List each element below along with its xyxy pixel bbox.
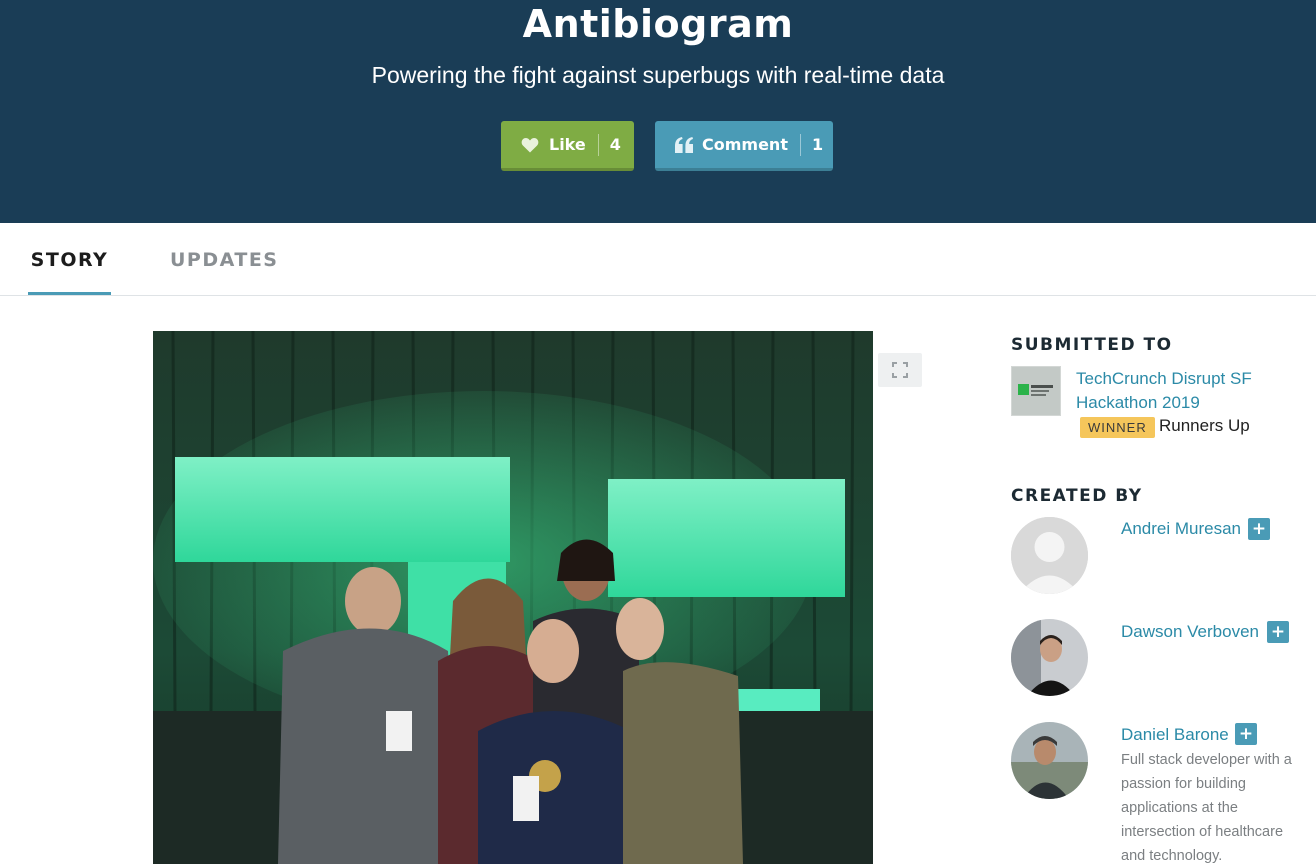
team-photo [153, 331, 873, 864]
gallery-image[interactable] [153, 331, 873, 864]
tab-updates[interactable]: UPDATES [170, 223, 277, 295]
member-avatar-dawson[interactable] [1011, 619, 1088, 696]
project-title: Antibiogram [522, 2, 794, 46]
member-name-andrei[interactable]: Andrei Muresan [1121, 519, 1241, 539]
like-button[interactable]: Like 4 [501, 121, 634, 171]
hackathon-thumbnail[interactable] [1011, 366, 1061, 416]
default-user-icon [1011, 517, 1088, 594]
created-by-heading: CREATED BY [1011, 486, 1143, 506]
project-header: Antibiogram Powering the fight against s… [0, 0, 1316, 223]
winner-badge: WINNER [1080, 417, 1155, 438]
member-name-dawson[interactable]: Dawson Verboven [1121, 622, 1259, 642]
hackathon-logo [1012, 367, 1060, 415]
like-divider [597, 133, 599, 156]
prize-name: Runners Up [1159, 416, 1250, 435]
expand-button[interactable] [878, 353, 922, 387]
follow-button-daniel[interactable]: + [1235, 723, 1257, 745]
project-tagline: Powering the fight against superbugs wit… [371, 62, 945, 88]
like-count: 4 [609, 135, 621, 154]
expand-icon [892, 362, 908, 378]
comment-divider [799, 133, 801, 156]
follow-button-dawson[interactable]: + [1267, 621, 1289, 643]
project-tabs: STORY UPDATES [0, 223, 1316, 296]
daniel-photo [1011, 722, 1088, 799]
follow-button-andrei[interactable]: + [1248, 518, 1270, 540]
quote-icon [674, 136, 694, 153]
comment-count: 1 [811, 135, 824, 154]
member-avatar-andrei[interactable] [1011, 517, 1088, 594]
member-name-daniel[interactable]: Daniel Barone [1121, 725, 1229, 745]
submitted-to-heading: SUBMITTED TO [1011, 335, 1173, 355]
tab-story[interactable]: STORY [28, 223, 111, 295]
dawson-photo [1011, 619, 1088, 696]
member-avatar-daniel[interactable] [1011, 722, 1088, 799]
comment-button[interactable]: Comment 1 [655, 121, 833, 171]
hackathon-link[interactable]: TechCrunch Disrupt SF Hackathon 2019 [1076, 367, 1291, 415]
heart-icon [521, 137, 539, 153]
like-label: Like [549, 135, 586, 154]
comment-label: Comment [702, 135, 788, 154]
member-bio-daniel: Full stack developer with a passion for … [1121, 752, 1292, 864]
